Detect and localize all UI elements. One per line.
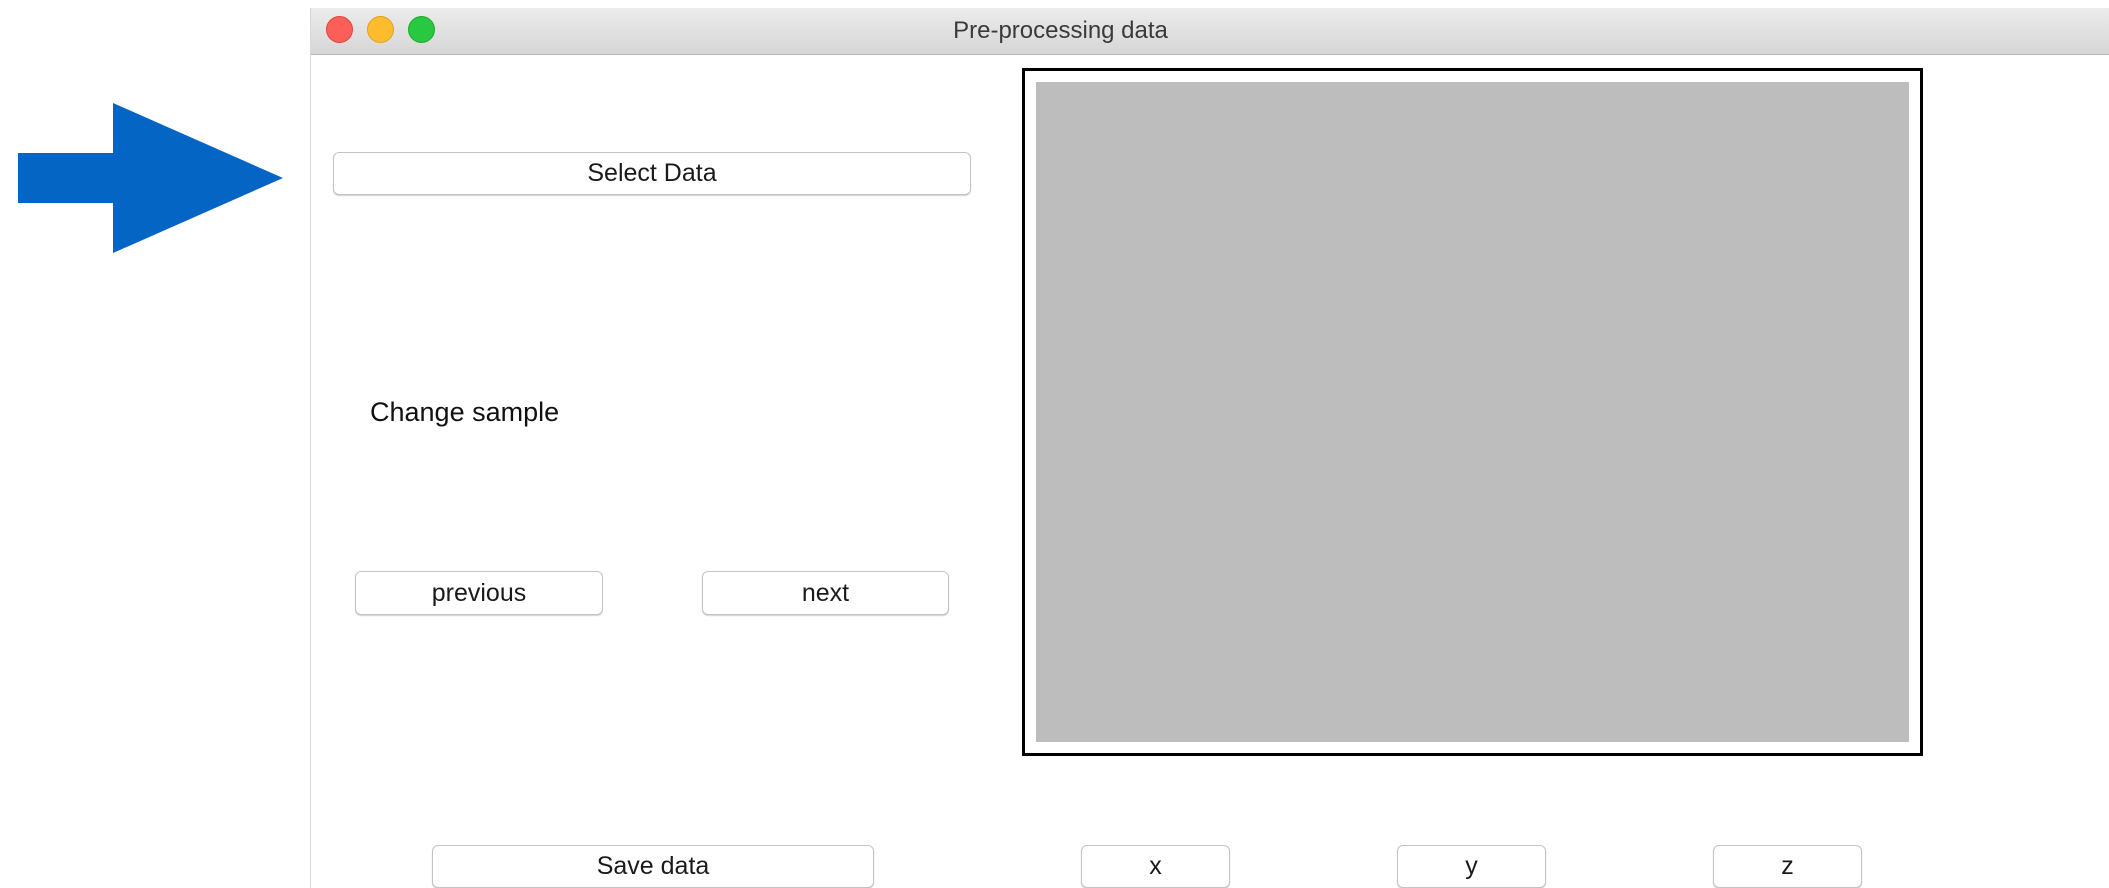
sample-image-frame xyxy=(1022,68,1923,756)
title-bar: Pre-processing data xyxy=(311,8,2109,55)
next-button[interactable]: next xyxy=(702,571,949,615)
save-data-button[interactable]: Save data xyxy=(432,845,874,888)
change-sample-label: Change sample xyxy=(370,397,560,427)
right-arrow-icon xyxy=(18,103,283,253)
sample-image-canvas xyxy=(1036,82,1909,742)
x-axis-button[interactable]: x xyxy=(1081,845,1230,888)
window-title: Pre-processing data xyxy=(953,17,1168,44)
previous-button[interactable]: previous xyxy=(355,571,603,615)
y-axis-button[interactable]: y xyxy=(1397,845,1546,888)
select-data-button[interactable]: Select Data xyxy=(333,152,971,195)
z-axis-button[interactable]: z xyxy=(1713,845,1862,888)
